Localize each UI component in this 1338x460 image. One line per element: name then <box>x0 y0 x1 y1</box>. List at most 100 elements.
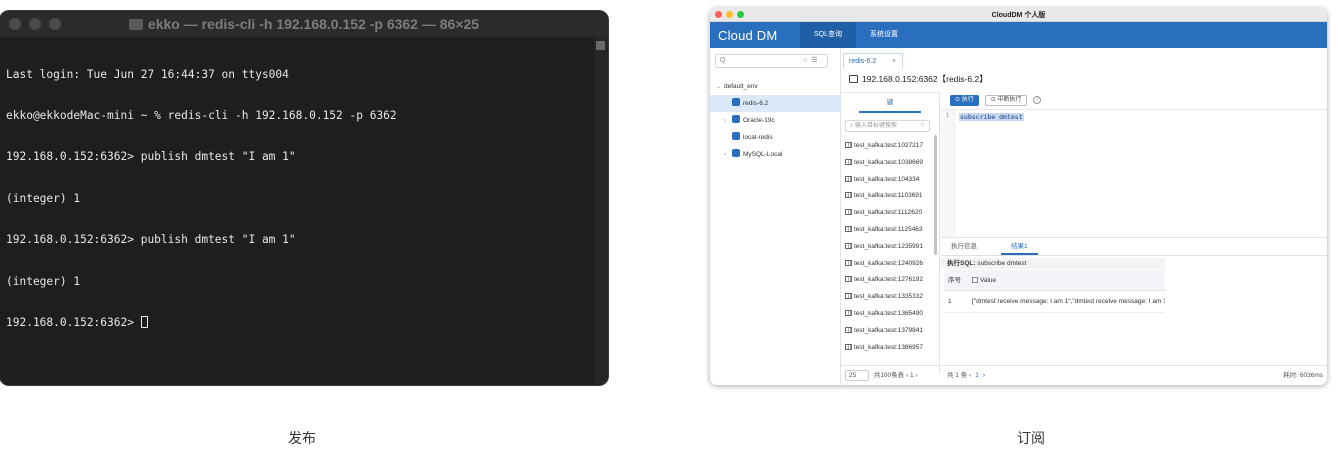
list-item[interactable]: test_kafka:test:1386957 <box>845 340 930 357</box>
doc-tab-redis-6.2[interactable]: redis-6.2 × <box>843 53 903 69</box>
key-label: test_kafka:test:1235991 <box>854 242 924 250</box>
subscribe-caption: 订阅 <box>1017 431 1045 447</box>
editor-code[interactable]: subscribe dmtest <box>959 113 1024 121</box>
list-item[interactable]: test_kafka:test:1276192 <box>845 272 930 289</box>
run-button[interactable]: ⊙ 执行 <box>950 94 979 106</box>
sql-editor[interactable]: 1 subscribe dmtest <box>941 109 1327 238</box>
key-search-input[interactable]: ⌕ 输入目标键搜索 <box>845 120 930 132</box>
terminal-titlebar[interactable]: ekko — redis-cli -h 192.168.0.152 -p 636… <box>0 11 608 37</box>
terminal-line: 192.168.0.152:6362> publish dmtest "I am… <box>6 233 296 247</box>
next-page-icon[interactable]: › <box>983 372 985 379</box>
prev-page-icon[interactable]: ‹ <box>969 372 971 379</box>
key-label: test_kafka:test:1103691 <box>854 192 923 200</box>
menu-icon[interactable]: ☰ <box>811 57 817 64</box>
tree-item-label: Oracle-19c <box>743 117 775 124</box>
list-item[interactable]: test_kafka:test:1379841 <box>845 323 930 340</box>
tree-item-mysql-local[interactable]: › MySQL-Local <box>710 146 841 163</box>
result-panel: 执行信息 结果1 执行SQL: subscribe dmtest 序号 Valu… <box>941 237 1327 385</box>
column-value-label: Value <box>980 277 997 284</box>
connection-label: 192.168.0.152:6362【redis-6.2】 <box>862 74 988 84</box>
table-icon <box>845 259 852 266</box>
keys-scrollbar[interactable] <box>934 135 937 255</box>
chevron-down-icon[interactable]: ⌄ <box>716 79 724 96</box>
list-item[interactable]: test_kafka:test:1365490 <box>845 306 930 323</box>
tree-item-local-redis[interactable]: local-redis <box>710 129 841 146</box>
tab-system-settings[interactable]: 系统设置 <box>856 22 912 48</box>
chevron-right-icon[interactable]: › <box>724 113 732 130</box>
column-header-value[interactable]: Value <box>966 270 1165 290</box>
list-item[interactable]: test_kafka:test:1038669 <box>845 155 930 172</box>
line-number: 1 <box>941 110 955 238</box>
scroll-button-icon[interactable] <box>596 41 605 50</box>
key-label: test_kafka:test:1386957 <box>854 343 924 351</box>
list-item[interactable]: test_kafka:test:1027217 <box>845 138 930 155</box>
redis-icon <box>732 98 740 106</box>
tab-sql-query[interactable]: SQL查询 <box>800 22 857 48</box>
page-size-select[interactable]: 25 <box>845 370 869 381</box>
editor-toolbar: ⊙ 执行 ⊙ 中断执行 ? <box>950 94 1042 106</box>
table-icon <box>845 142 852 148</box>
row-value[interactable]: ["dmtest receive message: I am 1","dmtes… <box>966 291 1165 312</box>
terminal-title-text: ekko — redis-cli -h 192.168.0.152 -p 636… <box>147 16 480 32</box>
close-icon[interactable]: × <box>892 54 896 69</box>
clouddm-titlebar[interactable]: CloudDM 个人版 <box>710 8 1327 22</box>
refresh-icon[interactable]: ○ <box>920 121 924 128</box>
terminal-window[interactable]: ekko — redis-cli -h 192.168.0.152 -p 636… <box>0 11 608 385</box>
list-item[interactable]: test_kafka:test:1335332 <box>845 289 930 306</box>
table-icon <box>845 192 852 199</box>
table-icon <box>845 326 852 333</box>
tab-result-1[interactable]: 结果1 <box>1001 238 1038 255</box>
table-icon <box>845 309 852 316</box>
redis-icon <box>732 132 740 140</box>
tab-exec-info[interactable]: 执行信息 <box>941 238 987 255</box>
terminal-line: ekko@ekkodeMac-mini ~ % redis-cli -h 192… <box>6 108 397 122</box>
tree-item-oracle-19c[interactable]: › Oracle-19c <box>710 112 841 129</box>
terminal-prompt-line[interactable]: 192.168.0.152:6362> <box>6 315 602 330</box>
key-search-placeholder: 输入目标键搜索 <box>855 123 898 129</box>
datasource-tree: ⌄ default_env redis-6.2 › Oracle-19c local… <box>710 78 841 163</box>
table-icon <box>845 175 852 182</box>
result-tabs: 执行信息 结果1 <box>941 238 1327 256</box>
terminal-scrollbar[interactable] <box>594 37 608 385</box>
key-label: test_kafka:test:1027217 <box>854 142 924 149</box>
list-item[interactable]: test_kafka:test:1112620 <box>845 205 930 222</box>
top-navbar: Cloud DM SQL查询 系统设置 <box>710 22 1327 48</box>
key-label: test_kafka:test:104334 <box>854 175 920 183</box>
keys-header[interactable]: 键 <box>859 93 921 113</box>
key-label: test_kafka:test:1379841 <box>854 326 924 334</box>
list-item[interactable]: test_kafka:test:1240926 <box>845 256 930 273</box>
connection-header: 192.168.0.152:6362【redis-6.2】 <box>849 73 988 85</box>
terminal-output[interactable]: Last login: Tue Jun 27 16:44:37 on ttys0… <box>0 37 608 360</box>
current-page[interactable]: 1 <box>975 372 979 379</box>
clouddm-window[interactable]: CloudDM 个人版 Cloud DM SQL查询 系统设置 Q ○ ☰ ⌄ de… <box>710 8 1327 385</box>
stop-button[interactable]: ⊙ 中断执行 <box>984 94 1028 106</box>
table-icon <box>845 225 852 232</box>
table-icon <box>845 276 852 283</box>
list-item[interactable]: test_kafka:test:1103691 <box>845 188 930 205</box>
terminal-line: 192.168.0.152:6362> publish dmtest "I am… <box>6 150 296 164</box>
app-logo: Cloud DM <box>718 27 778 43</box>
table-row[interactable]: 1 ["dmtest receive message: I am 1","dmt… <box>944 291 1165 313</box>
row-index: 1 <box>948 298 952 305</box>
column-header-index: 序号 <box>948 277 961 284</box>
list-item[interactable]: test_kafka:test:1235991 <box>845 239 930 256</box>
next-page-icon[interactable]: › <box>914 372 917 379</box>
list-item[interactable]: test_kafka:test:104334 <box>845 172 930 189</box>
list-item[interactable]: test_kafka:test:1125463 <box>845 222 930 239</box>
checkbox-icon[interactable] <box>972 277 978 283</box>
executed-sql-prefix: 执行SQL: <box>947 260 976 267</box>
table-icon <box>845 293 852 300</box>
refresh-icon[interactable]: ○ <box>803 57 807 64</box>
window-title: CloudDM 个人版 <box>991 12 1046 19</box>
chevron-right-icon[interactable]: › <box>724 147 732 164</box>
tree-item-redis-6.2[interactable]: redis-6.2 <box>710 95 841 112</box>
table-icon <box>845 158 852 165</box>
tree-item-label: local-redis <box>743 134 773 141</box>
doc-tab-label: redis-6.2 <box>849 58 877 65</box>
help-icon[interactable]: ? <box>1033 96 1042 104</box>
oracle-icon <box>732 115 740 123</box>
terminal-title: ekko — redis-cli -h 192.168.0.152 -p 636… <box>0 16 608 32</box>
keys-total: 共100条表 <box>873 372 905 379</box>
tree-env[interactable]: ⌄ default_env <box>710 78 841 95</box>
table-icon <box>845 242 852 249</box>
